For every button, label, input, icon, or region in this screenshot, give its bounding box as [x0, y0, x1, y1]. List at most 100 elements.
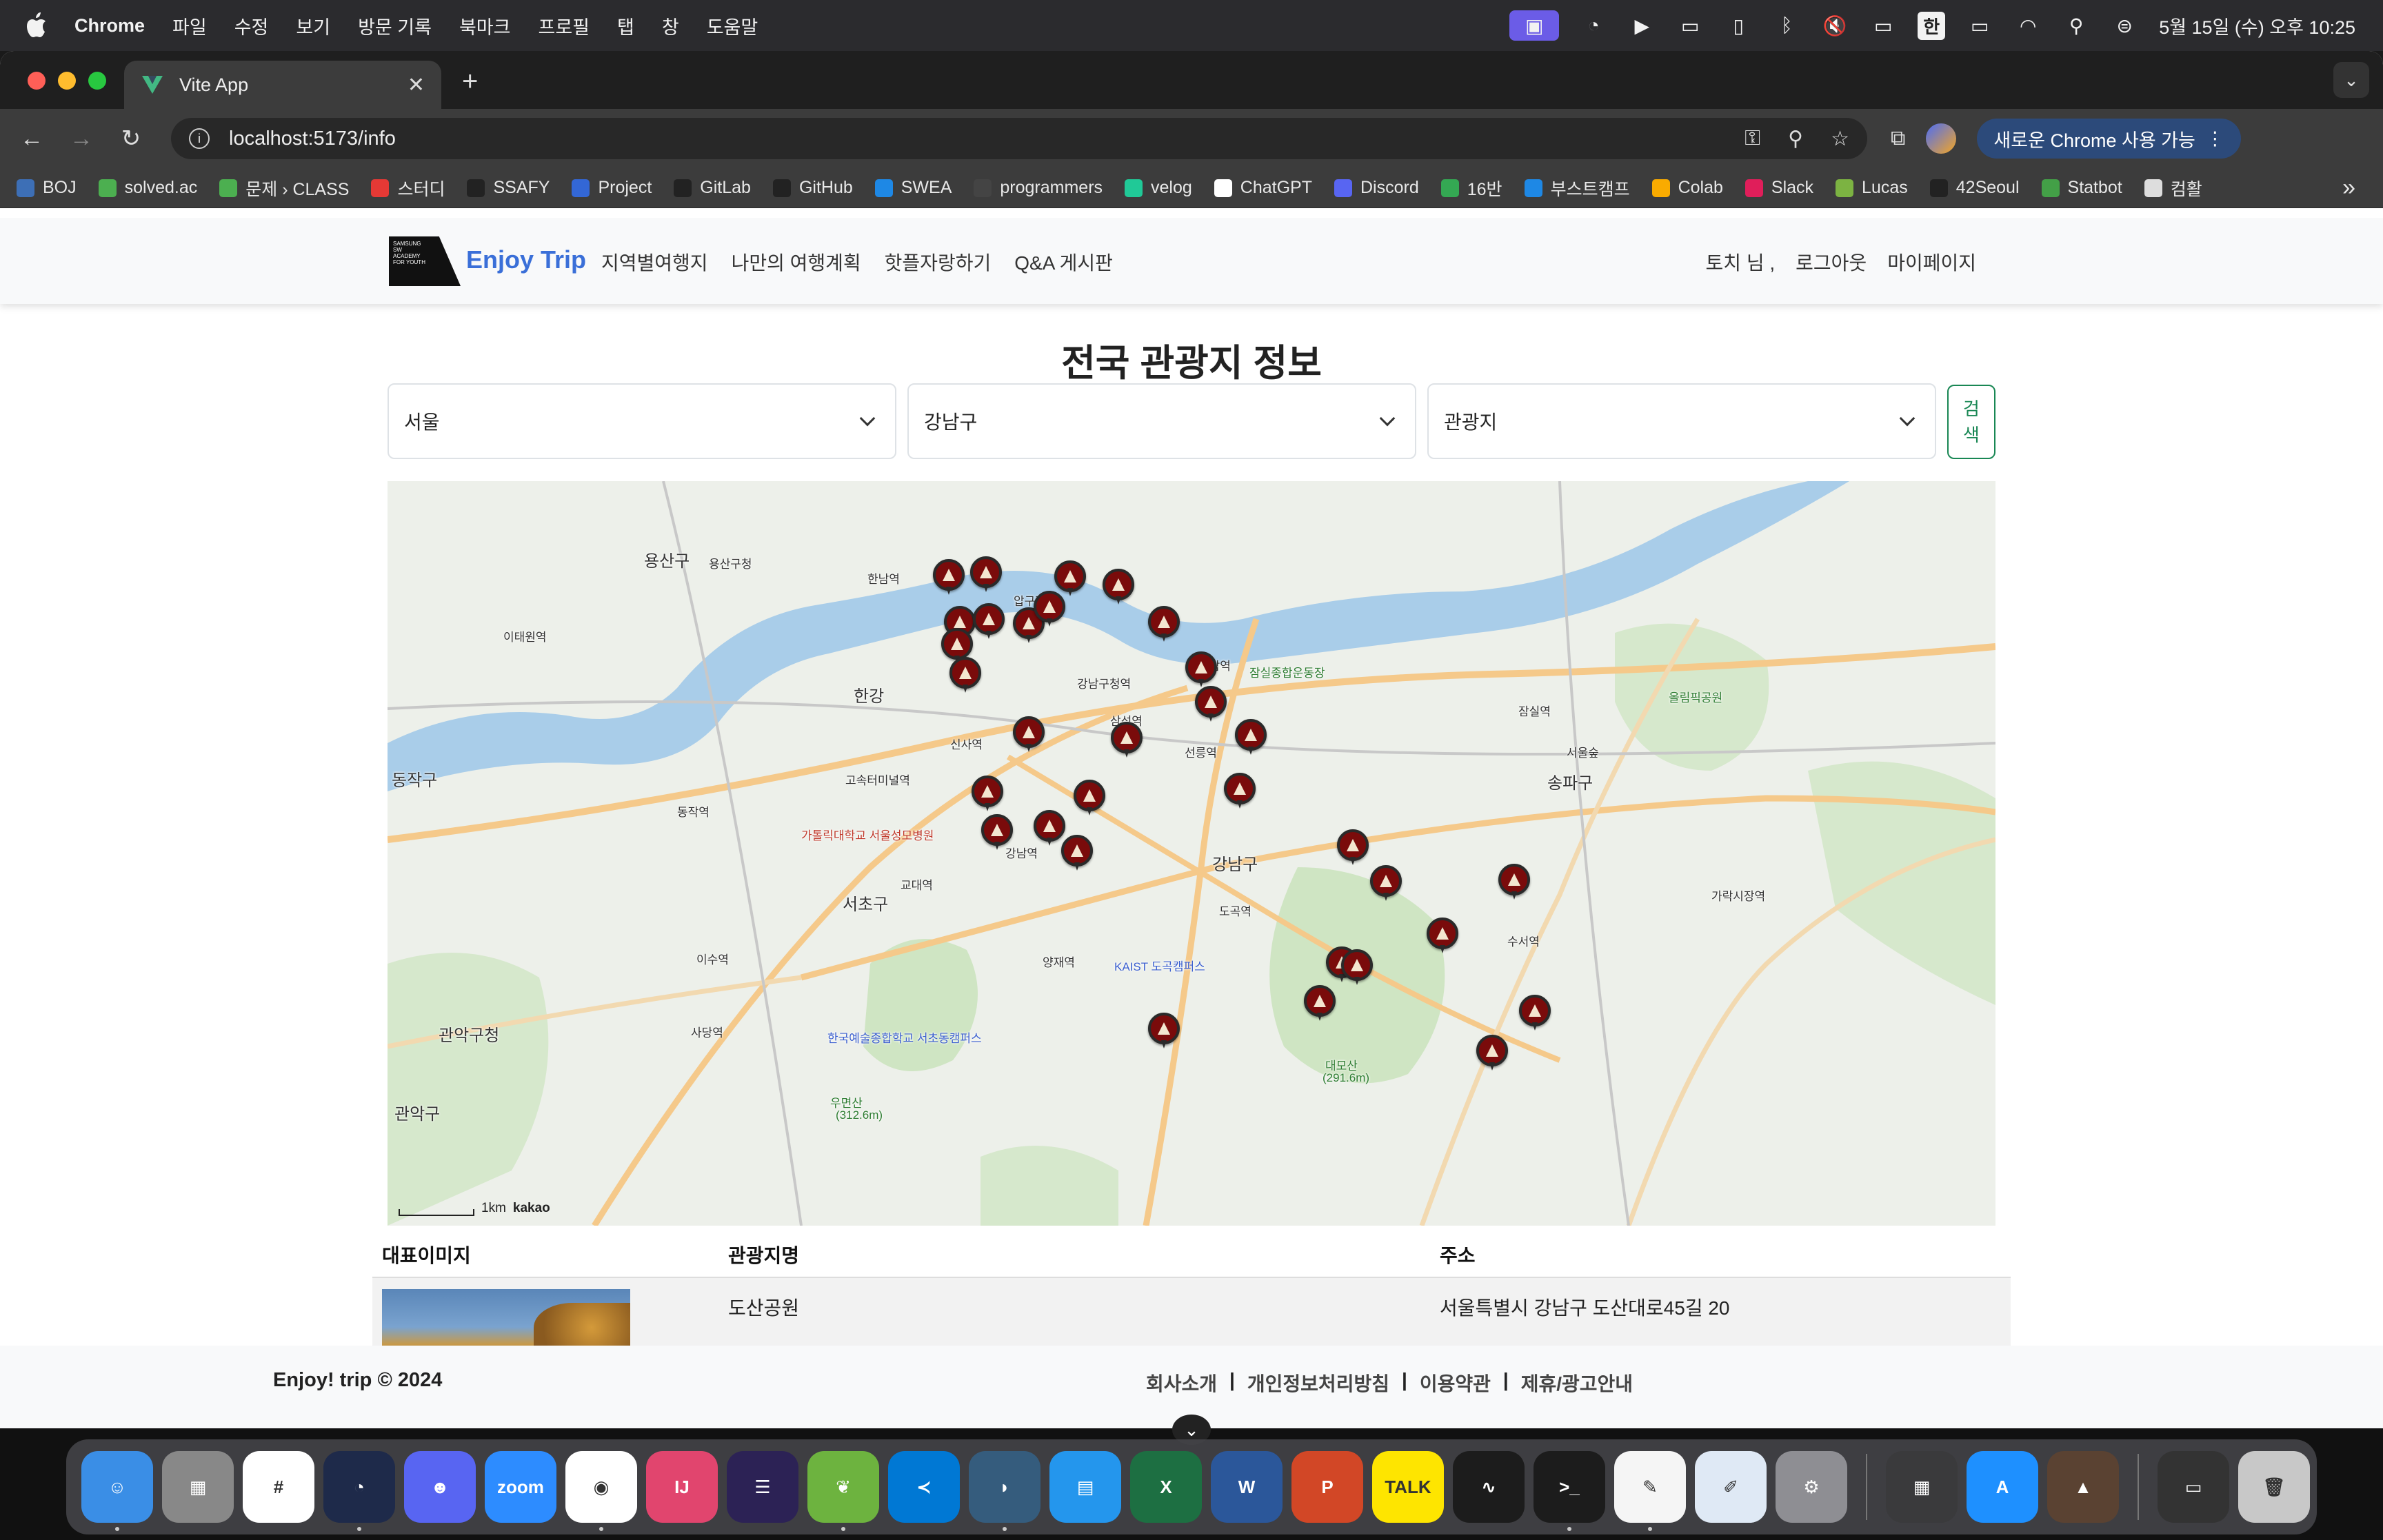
menu-history[interactable]: 방문 기록 — [358, 12, 432, 39]
address-bar[interactable]: i localhost:5173/info ⚿ ⚲ ☆ — [171, 118, 1867, 159]
tab-vite-app[interactable]: Vite App ✕ — [124, 61, 441, 109]
battery-icon[interactable]: ▭ — [1966, 13, 1993, 38]
nav-my-plan[interactable]: 나만의 여행계획 — [732, 248, 861, 276]
footer-link-terms[interactable]: 이용약관 — [1420, 1369, 1491, 1397]
bookmark-item[interactable]: 컴활 — [2144, 176, 2202, 201]
menu-file[interactable]: 파일 — [172, 12, 207, 39]
bookmark-item[interactable]: 부스트캠프 — [1524, 176, 1630, 201]
extensions-icon[interactable]: ⧉ — [1891, 127, 1905, 150]
bookmark-item[interactable]: Lucas — [1836, 178, 1908, 198]
dock-trash-icon[interactable]: 🗑 — [2238, 1451, 2310, 1523]
attraction-marker-icon[interactable] — [949, 657, 981, 694]
profile-avatar[interactable] — [1926, 123, 1957, 154]
mute-icon[interactable]: 🔇 — [1821, 13, 1849, 38]
back-button[interactable]: ← — [7, 125, 57, 152]
menu-profile[interactable]: 프로필 — [538, 12, 590, 39]
display-icon[interactable]: ▭ — [1676, 13, 1704, 38]
dock-photo-icon[interactable]: ▲ — [2047, 1451, 2119, 1523]
bookmark-item[interactable]: Discord — [1334, 178, 1419, 198]
clockify-icon[interactable]: ◔ — [1580, 13, 1607, 38]
play-icon[interactable]: ▶ — [1628, 13, 1656, 38]
bookmark-item[interactable]: GitLab — [674, 178, 751, 198]
reload-button[interactable]: ↻ — [106, 125, 156, 152]
attraction-marker-icon[interactable] — [1235, 719, 1267, 756]
attraction-marker-icon[interactable] — [1337, 829, 1369, 867]
attraction-marker-icon[interactable] — [1370, 865, 1402, 902]
footer-link-privacy[interactable]: 개인정보처리방침 — [1247, 1369, 1389, 1397]
attraction-marker-icon[interactable] — [1195, 686, 1227, 723]
dock-docker-icon[interactable]: ▤ — [1049, 1451, 1121, 1523]
kakao-map[interactable]: 용산구 용산구청 한강 서초구 강남구 송파구 동작구 관악구청 관악구 잠실종… — [388, 481, 1995, 1226]
attraction-marker-icon[interactable] — [972, 776, 1003, 813]
attraction-marker-icon[interactable] — [1519, 995, 1551, 1032]
dock-chrome-window-icon[interactable]: ▭ — [2158, 1451, 2229, 1523]
dock-spring-icon[interactable]: ❦ — [807, 1451, 879, 1531]
bookmark-item[interactable]: BOJ — [17, 178, 77, 198]
sido-select[interactable]: 서울 — [388, 383, 896, 459]
battery-app-icon[interactable]: ▯ — [1725, 13, 1752, 38]
logout-link[interactable]: 로그아웃 — [1796, 248, 1867, 276]
bookmark-item[interactable]: SWEA — [874, 178, 952, 198]
bookmark-item[interactable]: 문제 › CLASS — [219, 176, 349, 201]
attraction-marker-icon[interactable] — [1498, 864, 1530, 901]
kakao-attribution[interactable]: kakao — [513, 1201, 550, 1216]
forward-button[interactable]: → — [57, 125, 106, 152]
bookmark-item[interactable]: GitHub — [772, 178, 853, 198]
bookmark-item[interactable]: 16반 — [1440, 176, 1502, 201]
input-source[interactable]: 한 — [1918, 11, 1946, 40]
bookmark-item[interactable]: SSAFY — [467, 178, 550, 198]
dock-kakaotalk-icon[interactable]: TALK — [1372, 1451, 1444, 1523]
dock-activity-monitor-icon[interactable]: ∿ — [1453, 1451, 1525, 1523]
bookmark-item[interactable]: Colab — [1651, 178, 1723, 198]
menu-app-name[interactable]: Chrome — [74, 15, 145, 37]
dock-script-editor-icon[interactable]: ✐ — [1695, 1451, 1767, 1523]
attraction-marker-icon[interactable] — [1061, 835, 1093, 872]
dock-powerpoint-icon[interactable]: P — [1291, 1451, 1363, 1523]
dock-app-store-icon[interactable]: A — [1967, 1451, 2038, 1523]
attraction-thumbnail[interactable] — [382, 1289, 630, 1354]
control-center-icon[interactable]: ⊜ — [2111, 13, 2138, 38]
zoom-icon[interactable]: ⚲ — [1788, 127, 1803, 151]
site-brand[interactable]: Enjoy Trip — [466, 245, 586, 274]
dock-vs-code-icon[interactable]: ≺ — [888, 1451, 960, 1523]
bookmark-item[interactable]: ChatGPT — [1214, 178, 1312, 198]
attraction-marker-icon[interactable] — [970, 556, 1002, 594]
minimize-window-button[interactable] — [58, 72, 76, 90]
url-text[interactable]: localhost:5173/info — [229, 128, 1744, 150]
attraction-marker-icon[interactable] — [1034, 591, 1065, 628]
dock-launchpad-icon[interactable]: ▦ — [162, 1451, 234, 1523]
attraction-marker-icon[interactable] — [1013, 716, 1045, 753]
bookmark-item[interactable]: 스터디 — [371, 176, 445, 201]
table-row[interactable]: 도산공원 서울특별시 강남구 도산대로45길 20 — [372, 1278, 2011, 1354]
screen-mirror-icon[interactable]: ▭ — [1869, 13, 1897, 38]
site-info-icon[interactable]: i — [189, 128, 210, 149]
footer-link-company[interactable]: 회사소개 — [1146, 1369, 1217, 1397]
wifi-icon[interactable]: ◠ — [2014, 13, 2042, 38]
dock-calculator-icon[interactable]: ▦ — [1886, 1451, 1958, 1523]
attraction-marker-icon[interactable] — [1304, 985, 1336, 1022]
gugun-select[interactable]: 강남구 — [907, 383, 1416, 459]
attraction-marker-icon[interactable] — [1103, 569, 1134, 606]
attraction-marker-icon[interactable] — [981, 814, 1013, 851]
menu-bookmarks[interactable]: 북마크 — [459, 12, 511, 39]
bookmark-item[interactable]: 42Seoul — [1929, 178, 2020, 198]
attraction-marker-icon[interactable] — [1074, 780, 1105, 817]
apple-icon[interactable] — [26, 12, 50, 39]
dock-finder-icon[interactable]: ☺ — [81, 1451, 153, 1531]
dock-mysql-workbench-icon[interactable]: ◗ — [969, 1451, 1040, 1531]
nav-qna[interactable]: Q&A 게시판 — [1014, 248, 1113, 276]
footer-link-ads[interactable]: 제휴/광고안내 — [1521, 1369, 1633, 1397]
dock-textedit-icon[interactable]: ✎ — [1614, 1451, 1686, 1531]
attraction-marker-icon[interactable] — [1224, 773, 1256, 810]
bookmark-star-icon[interactable]: ☆ — [1831, 127, 1849, 151]
dock-word-icon[interactable]: W — [1211, 1451, 1283, 1523]
dock-system-settings-icon[interactable]: ⚙ — [1776, 1451, 1847, 1523]
dock-excel-icon[interactable]: X — [1130, 1451, 1202, 1523]
bookmark-item[interactable]: programmers — [974, 178, 1103, 198]
dock-slack-icon[interactable]: # — [243, 1451, 314, 1523]
dock-terminal-icon[interactable]: >_ — [1534, 1451, 1605, 1531]
dock-chrome-icon[interactable]: ◉ — [565, 1451, 637, 1531]
spotlight-icon[interactable]: ⚲ — [2062, 13, 2090, 38]
attraction-marker-icon[interactable] — [933, 559, 965, 596]
zoom-window-button[interactable] — [88, 72, 106, 90]
